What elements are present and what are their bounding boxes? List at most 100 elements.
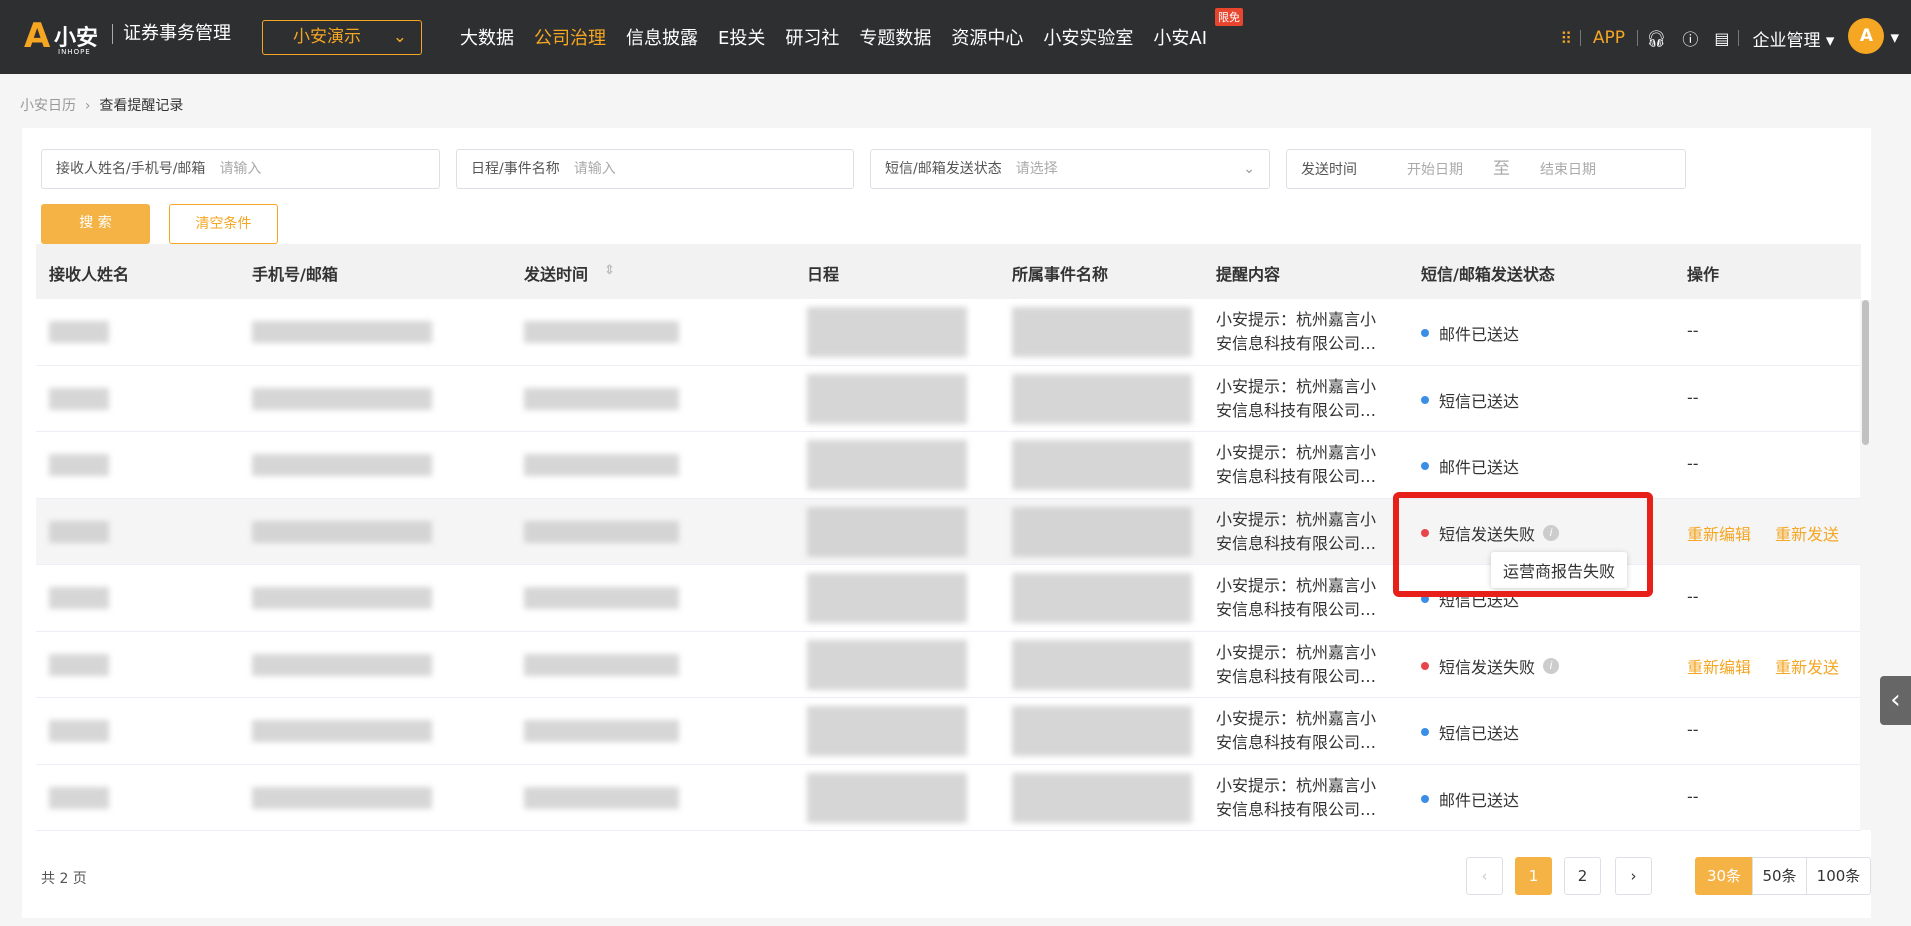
status-select[interactable]: 短信/邮箱发送状态 请选择 ⌄ bbox=[870, 149, 1270, 189]
redacted-cell bbox=[807, 440, 967, 490]
table-row: 小安提示：杭州嘉言小安信息科技有限公司… 邮件已送达 -- bbox=[36, 432, 1861, 499]
redacted-cell bbox=[49, 520, 109, 543]
nav-item[interactable]: 信息披露 bbox=[626, 24, 698, 50]
redacted-cell bbox=[1012, 573, 1192, 623]
date-range-picker[interactable]: 发送时间 开始日期至结束日期 bbox=[1286, 149, 1686, 189]
logo[interactable]: A 小安 INHOPE bbox=[24, 16, 98, 56]
redacted-cell bbox=[49, 653, 109, 676]
caret-down-icon[interactable]: ▾ bbox=[1890, 28, 1899, 48]
send-status: 邮件已送达 bbox=[1421, 321, 1519, 345]
nav-item[interactable]: 小安AI 限免 bbox=[1153, 8, 1243, 50]
clear-button[interactable]: 清空条件 bbox=[169, 204, 278, 244]
logo-icon: A bbox=[24, 16, 51, 56]
top-header: A 小安 INHOPE 证券事务管理 小安演示 ⌄ 大数据 公司治理 信息披露 E投关 研习社… bbox=[0, 0, 1911, 74]
re-edit-link[interactable]: 重新编辑 bbox=[1687, 521, 1751, 545]
logo-sub: INHOPE bbox=[58, 48, 91, 56]
page-size-50[interactable]: 50条 bbox=[1752, 857, 1807, 895]
nav-item[interactable]: E投关 bbox=[718, 24, 765, 50]
redacted-cell bbox=[807, 307, 967, 357]
reminder-content: 小安提示：杭州嘉言小安信息科技有限公司… bbox=[1216, 509, 1377, 553]
redacted-cell bbox=[1012, 772, 1192, 823]
page-1[interactable]: 1 bbox=[1515, 857, 1552, 895]
table-scrollbar[interactable] bbox=[1860, 300, 1871, 830]
redacted-cell bbox=[252, 454, 432, 476]
redacted-cell bbox=[807, 706, 967, 756]
re-edit-link[interactable]: 重新编辑 bbox=[1687, 654, 1751, 678]
org-select[interactable]: 小安演示 ⌄ bbox=[262, 20, 422, 55]
redacted-cell bbox=[524, 587, 679, 609]
redacted-cell bbox=[1012, 307, 1192, 357]
main-nav: 大数据 公司治理 信息披露 E投关 研习社 专题数据 资源中心 小安实验室 小安AI 限免 bbox=[460, 8, 1243, 50]
collapse-side-panel-button[interactable]: ‹ bbox=[1880, 676, 1911, 725]
redacted-cell bbox=[252, 653, 432, 676]
status-dot-icon bbox=[1421, 794, 1429, 803]
nav-item[interactable]: 资源中心 bbox=[951, 24, 1023, 50]
page-size-30[interactable]: 30条 bbox=[1695, 857, 1753, 895]
breadcrumb-calendar[interactable]: 小安日历 bbox=[20, 98, 76, 114]
message-icon[interactable]: ▤ bbox=[1714, 29, 1729, 48]
info-icon[interactable]: i bbox=[1543, 657, 1560, 674]
redacted-cell bbox=[252, 720, 432, 742]
nav-item[interactable]: 小安实验室 bbox=[1043, 24, 1133, 50]
column-header: 手机号/邮箱 bbox=[252, 265, 338, 284]
redacted-cell bbox=[49, 786, 109, 809]
status-dot-icon bbox=[1421, 329, 1429, 337]
breadcrumb-current: 查看提醒记录 bbox=[99, 98, 184, 114]
column-header: 短信/邮箱发送状态 bbox=[1421, 265, 1555, 284]
breadcrumb: 小安日历 › 查看提醒记录 bbox=[20, 98, 184, 114]
app-link[interactable]: APP bbox=[1593, 28, 1625, 48]
search-button[interactable]: 搜 索 bbox=[41, 204, 150, 244]
prev-page-button[interactable]: ‹ bbox=[1466, 857, 1503, 895]
chevron-down-icon: ⌄ bbox=[1243, 161, 1255, 177]
page-2[interactable]: 2 bbox=[1564, 857, 1601, 895]
redacted-cell bbox=[252, 321, 432, 343]
reminder-content: 小安提示：杭州嘉言小安信息科技有限公司… bbox=[1216, 709, 1377, 752]
table-header: 接收人姓名 手机号/邮箱 发送时间 ⇕ 日程 所属事件名称 提醒内容 短信/邮箱发送状态 操作 bbox=[36, 244, 1861, 299]
chevron-down-icon: ⌄ bbox=[392, 27, 407, 47]
apps-grid-icon[interactable]: ⠿ bbox=[1560, 29, 1572, 48]
column-header[interactable]: 发送时间 bbox=[524, 261, 588, 285]
redacted-cell bbox=[807, 373, 967, 424]
event-name-input[interactable]: 日程/事件名称 请输入 bbox=[456, 149, 854, 189]
avatar[interactable]: A bbox=[1848, 18, 1885, 54]
column-header: 日程 bbox=[807, 265, 840, 284]
send-status: 短信已送达 bbox=[1421, 388, 1519, 412]
nav-item[interactable]: 研习社 bbox=[785, 24, 839, 50]
reminder-content: 小安提示：杭州嘉言小安信息科技有限公司… bbox=[1216, 310, 1377, 353]
redacted-cell bbox=[49, 587, 109, 609]
redacted-cell bbox=[49, 720, 109, 742]
no-action: -- bbox=[1687, 720, 1699, 739]
next-page-button[interactable]: › bbox=[1615, 857, 1652, 895]
status-dot-icon bbox=[1421, 661, 1429, 670]
headset-icon[interactable]: 🎧︎ bbox=[1646, 29, 1666, 48]
resend-link[interactable]: 重新发送 bbox=[1775, 521, 1839, 545]
reminder-content: 小安提示：杭州嘉言小安信息科技有限公司… bbox=[1216, 376, 1377, 420]
redacted-cell bbox=[524, 520, 679, 543]
redacted-cell bbox=[252, 786, 432, 809]
nav-item[interactable]: 大数据 bbox=[460, 24, 514, 50]
redacted-cell bbox=[807, 573, 967, 623]
no-action: -- bbox=[1687, 786, 1699, 806]
page-size-100[interactable]: 100条 bbox=[1806, 857, 1871, 895]
redacted-cell bbox=[1012, 440, 1192, 490]
status-dot-icon bbox=[1421, 395, 1429, 404]
highlight-box bbox=[1393, 492, 1653, 597]
resend-link[interactable]: 重新发送 bbox=[1775, 654, 1839, 678]
table-row: 小安提示：杭州嘉言小安信息科技有限公司… 短信已送达 -- bbox=[36, 366, 1861, 432]
status-dot-icon bbox=[1421, 462, 1429, 470]
enterprise-menu[interactable]: 企业管理 ▾ bbox=[1753, 26, 1835, 51]
total-pages: 共 2 页 bbox=[41, 871, 87, 887]
reminder-content: 小安提示：杭州嘉言小安信息科技有限公司… bbox=[1216, 443, 1377, 486]
nav-item[interactable]: 公司治理 bbox=[534, 24, 606, 50]
redacted-cell bbox=[252, 587, 432, 609]
reminder-content: 小安提示：杭州嘉言小安信息科技有限公司… bbox=[1216, 642, 1377, 686]
nav-item[interactable]: 专题数据 bbox=[859, 24, 931, 50]
redacted-cell bbox=[1012, 506, 1192, 557]
column-header: 提醒内容 bbox=[1216, 265, 1281, 284]
recipient-input[interactable]: 接收人姓名/手机号/邮箱 请输入 bbox=[41, 149, 440, 189]
no-action: -- bbox=[1687, 321, 1699, 340]
redacted-cell bbox=[524, 387, 679, 410]
sort-icon[interactable]: ⇕ bbox=[604, 263, 615, 278]
redacted-cell bbox=[49, 321, 109, 343]
help-icon[interactable]: ⓘ bbox=[1682, 26, 1698, 50]
